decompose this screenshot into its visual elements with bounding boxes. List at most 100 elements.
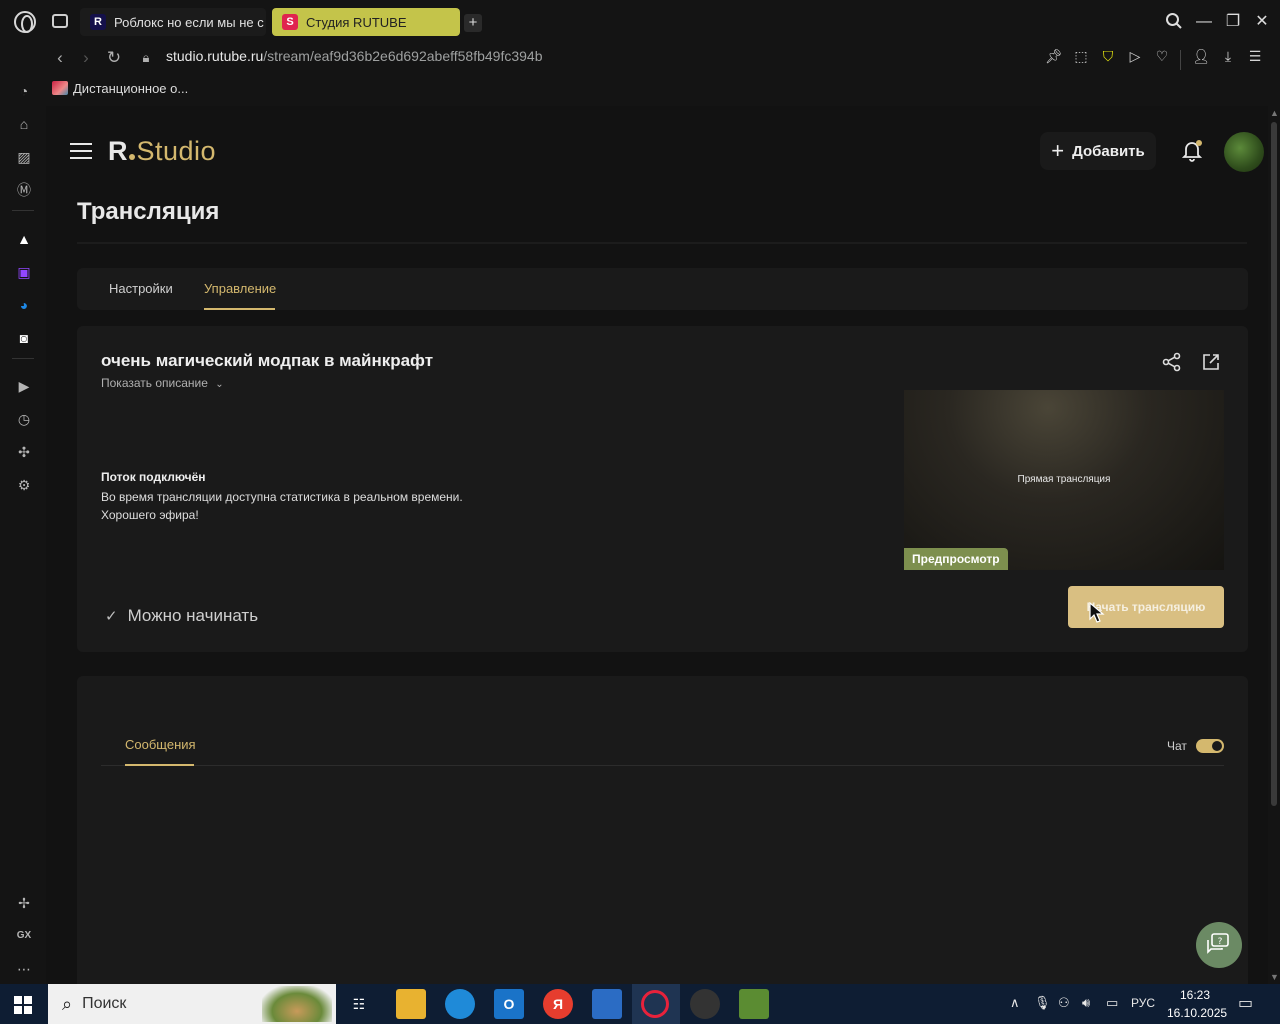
close-window-button[interactable]: ✕ — [1252, 12, 1272, 32]
tab-settings[interactable]: Настройки — [109, 281, 173, 296]
player-icon[interactable]: ▶ — [15, 377, 33, 395]
network-icon[interactable]: ▭ — [1106, 995, 1118, 1011]
ready-status: ✓ Можно начинать — [105, 606, 258, 626]
windows-start-icon[interactable] — [14, 996, 32, 1014]
avatar[interactable] — [1224, 132, 1264, 172]
back-icon[interactable]: ‹ — [50, 48, 70, 68]
tab-title: Студия RUTUBE — [306, 14, 407, 30]
more-icon[interactable]: ⋯ — [15, 960, 33, 978]
new-tab-button[interactable]: + — [464, 14, 482, 32]
tab-islands-icon[interactable] — [52, 14, 68, 28]
browser-sidebar: ◔ ⌂ ▨ Ⓜ ▲ ▣ ◕ ◙ ▶ ◷ ✣ ⚙ ✢ GX ⋯ — [0, 76, 46, 984]
snapshot-icon[interactable]: ⬚ — [1071, 46, 1091, 66]
opera-gx-icon[interactable] — [641, 990, 669, 1018]
twitch-icon[interactable]: ▣ — [15, 263, 33, 281]
history-icon[interactable]: ◷ — [15, 410, 33, 428]
gx-control-icon[interactable]: ◔ — [15, 82, 33, 100]
toolbar-divider — [1180, 50, 1181, 70]
easy-setup-icon[interactable]: ☰ — [1245, 46, 1265, 66]
page-title: Трансляция — [77, 198, 220, 225]
outlook-icon[interactable]: O — [494, 989, 524, 1019]
bell-icon[interactable] — [1181, 140, 1203, 162]
notifications-icon[interactable]: ▭ — [1238, 993, 1253, 1013]
add-button-label: Добавить — [1072, 142, 1145, 160]
tab-messages[interactable]: Сообщения — [125, 737, 196, 752]
url-field[interactable]: studio.rutube.ru/stream/eaf9d36b2e6d692a… — [166, 47, 543, 65]
tab-search-icon[interactable] — [1164, 12, 1184, 36]
file-explorer-icon[interactable] — [396, 989, 426, 1019]
gx-cleaner-icon[interactable]: ▨ — [15, 148, 33, 166]
pin-icon[interactable]: 📌︎ — [1044, 46, 1064, 66]
clock-time[interactable]: 16:23 — [1180, 988, 1210, 1002]
ready-status-label: Можно начинать — [127, 606, 259, 625]
yandex-icon[interactable]: Я — [543, 989, 573, 1019]
scroll-up-icon[interactable]: ▲ — [1270, 108, 1279, 118]
play-icon[interactable]: ▷ — [1125, 46, 1145, 66]
settings-icon[interactable]: ⚙ — [15, 476, 33, 494]
gx-mods-icon[interactable]: Ⓜ — [15, 181, 33, 199]
studio-favicon-icon: S — [282, 14, 298, 30]
tab-title: Роблокс но если мы не с — [114, 14, 264, 30]
rutube-studio-logo[interactable]: R Studio — [108, 136, 216, 166]
volume-icon[interactable]: 🔊︎ — [1082, 995, 1090, 1011]
menu-icon[interactable] — [70, 143, 92, 159]
camera-icon[interactable]: ⚇ — [1058, 995, 1070, 1011]
minimize-button[interactable]: — — [1194, 12, 1214, 32]
taskbar-search[interactable]: ⌕ Поиск — [48, 984, 336, 1024]
bookmark-favicon-icon — [52, 81, 68, 95]
download-icon[interactable]: ⤓ — [1218, 46, 1238, 66]
logo-r: R — [108, 136, 128, 166]
browser-tab-roblox[interactable]: R Роблокс но если мы не с — [80, 8, 266, 36]
maximize-button[interactable]: ❐ — [1223, 12, 1243, 32]
gx-corner-icon[interactable]: ⌂ — [15, 115, 33, 133]
reload-icon[interactable]: ↻ — [104, 48, 124, 68]
microphone-icon[interactable]: 🎙︎ — [1034, 995, 1051, 1011]
add-button[interactable]: + Добавить — [1040, 132, 1156, 170]
chevron-down-icon: ⌄ — [215, 379, 224, 390]
mouse-cursor-icon — [1089, 601, 1105, 629]
svg-text:?: ? — [1218, 937, 1223, 947]
chat-toggle-label: Чат — [1167, 739, 1187, 753]
task-view-icon[interactable]: ☷ — [344, 989, 374, 1019]
toggle-knob — [1212, 741, 1222, 751]
aria-icon[interactable]: ▲ — [15, 230, 33, 248]
support-chat-button[interactable]: ? — [1196, 922, 1242, 968]
opera-menu-icon[interactable] — [14, 11, 36, 33]
tab-manage[interactable]: Управление — [204, 281, 276, 296]
open-external-icon[interactable] — [1201, 352, 1221, 372]
extensions-icon[interactable]: ✣ — [15, 443, 33, 461]
clock-date[interactable]: 16.10.2025 — [1167, 1006, 1227, 1020]
minecraft-icon[interactable] — [739, 989, 769, 1019]
windows-taskbar: ⌕ Поиск ☷ O Я ∧ 🎙︎ ⚇ 🔊︎ ▭ РУС 16:23 16.1… — [0, 984, 1280, 1024]
page-content: R Studio + Добавить Трансляция Настройки… — [46, 106, 1268, 984]
active-tab-indicator — [125, 764, 194, 766]
language-indicator[interactable]: РУС — [1131, 996, 1155, 1010]
account-icon[interactable]: 👤︎ — [1191, 46, 1211, 66]
scanner-app-icon[interactable] — [592, 989, 622, 1019]
bookmark-item[interactable]: Дистанционное о... — [73, 81, 188, 96]
obs-icon[interactable] — [690, 989, 720, 1019]
edge-icon[interactable] — [445, 989, 475, 1019]
show-description-toggle[interactable]: Показать описание ⌄ — [101, 376, 224, 390]
gx-label[interactable]: GX — [13, 927, 35, 945]
rutube-favicon-icon: R — [90, 14, 106, 30]
fan-icon[interactable]: ✢ — [15, 894, 33, 912]
stream-status-text: Хорошего эфира! — [101, 508, 199, 522]
stream-preview[interactable]: Прямая трансляция Предпросмотр — [904, 390, 1224, 570]
scrollbar-thumb[interactable] — [1271, 122, 1277, 806]
chat-toggle[interactable] — [1196, 739, 1224, 753]
browser-tab-studio[interactable]: S Студия RUTUBE — [272, 8, 460, 36]
forward-icon[interactable]: › — [76, 48, 96, 68]
share-icon[interactable] — [1161, 351, 1183, 373]
stream-status-title: Поток подключён — [101, 470, 206, 484]
logo-studio: Studio — [136, 136, 217, 166]
discord-icon[interactable]: ◙ — [15, 329, 33, 347]
page-scrollbar[interactable]: ▲ ▼ — [1268, 106, 1280, 984]
sidebar-divider — [12, 210, 34, 211]
adblock-shield-icon[interactable]: ⛉ — [1098, 46, 1118, 66]
tray-overflow-icon[interactable]: ∧ — [1010, 995, 1020, 1011]
lock-icon[interactable]: 🔒︎ — [136, 48, 156, 68]
scroll-down-icon[interactable]: ▼ — [1270, 972, 1279, 982]
heart-icon[interactable]: ♡ — [1152, 46, 1172, 66]
messenger-icon[interactable]: ◕ — [15, 296, 33, 314]
